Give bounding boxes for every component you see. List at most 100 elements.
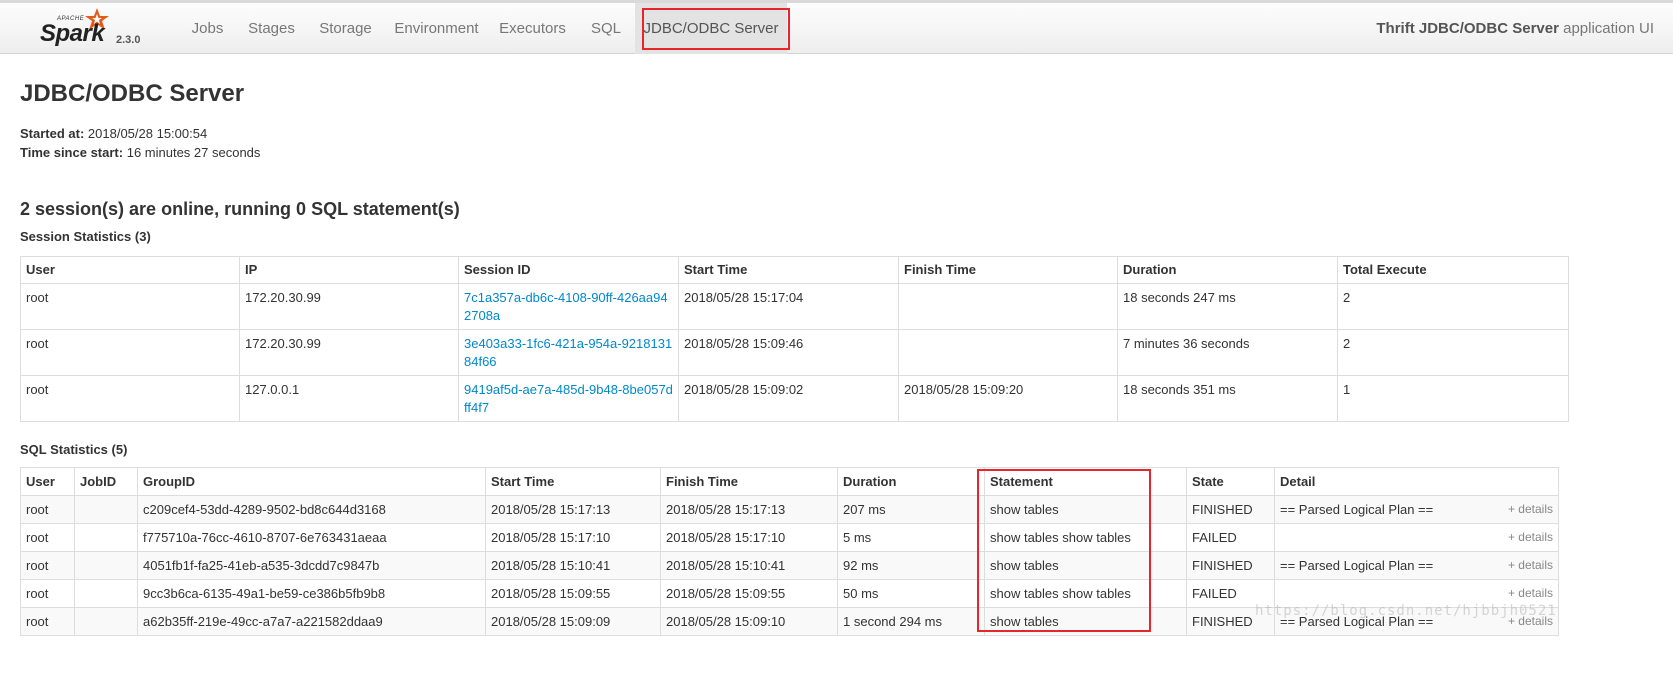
sql-stats-heading: SQL Statistics (5) xyxy=(20,442,128,457)
spark-version: 2.3.0 xyxy=(116,34,141,46)
column-header[interactable]: Session ID xyxy=(458,256,679,284)
cell-statement: show tables xyxy=(984,495,1187,524)
column-header[interactable]: IP xyxy=(239,256,459,284)
cell-start-time: 2018/05/28 15:09:46 xyxy=(678,329,899,376)
cell-start-time: 2018/05/28 15:09:02 xyxy=(678,375,899,422)
cell-job-id xyxy=(74,579,138,608)
time-since-start: Time since start: 16 minutes 27 seconds xyxy=(20,145,260,160)
column-header[interactable]: Finish Time xyxy=(898,256,1118,284)
app-suffix: application UI xyxy=(1563,20,1654,37)
cell-group-id: f775710a-76cc-4610-8707-6e763431aeaa xyxy=(137,523,486,552)
nav-executors[interactable]: Executors xyxy=(495,3,570,54)
cell-finish-time: 2018/05/28 15:17:10 xyxy=(660,523,838,552)
nav-stages[interactable]: Stages xyxy=(243,3,300,54)
cell-job-id xyxy=(74,523,138,552)
cell-session-id: 7c1a357a-db6c-4108-90ff-426aa942708a xyxy=(458,283,679,330)
column-header[interactable]: Duration xyxy=(1117,256,1338,284)
cell-start-time: 2018/05/28 15:10:41 xyxy=(485,551,661,580)
cell-start-time: 2018/05/28 15:09:55 xyxy=(485,579,661,608)
cell-duration: 50 ms xyxy=(837,579,985,608)
cell-duration: 18 seconds 351 ms xyxy=(1117,375,1338,422)
time-since-start-label: Time since start: xyxy=(20,145,124,160)
column-header[interactable]: State xyxy=(1186,467,1275,496)
cell-session-id: 3e403a33-1fc6-421a-954a-921813184f66 xyxy=(458,329,679,376)
cell-user: root xyxy=(20,329,240,376)
cell-duration: 1 second 294 ms xyxy=(837,607,985,636)
page-title: JDBC/ODBC Server xyxy=(20,80,245,107)
detail-text: == Parsed Logical Plan == xyxy=(1280,558,1434,573)
session-id-link[interactable]: 9419af5d-ae7a-485d-9b48-8be057dff4f7 xyxy=(464,382,673,415)
cell-group-id: a62b35ff-219e-49cc-a7a7-a221582ddaa9 xyxy=(137,607,486,636)
table-row: root f775710a-76cc-4610-8707-6e763431aea… xyxy=(20,523,1559,552)
cell-ip: 127.0.0.1 xyxy=(239,375,459,422)
cell-finish-time xyxy=(898,283,1118,330)
cell-user: root xyxy=(20,551,75,580)
time-since-start-value: 16 minutes 27 seconds xyxy=(126,145,261,160)
column-header[interactable]: Total Execute xyxy=(1337,256,1569,284)
cell-duration: 18 seconds 247 ms xyxy=(1117,283,1338,330)
column-header[interactable]: Finish Time xyxy=(660,467,838,496)
cell-total-execute: 2 xyxy=(1337,329,1569,376)
cell-total-execute: 1 xyxy=(1337,375,1569,422)
cell-finish-time xyxy=(898,329,1118,376)
cell-finish-time: 2018/05/28 15:10:41 xyxy=(660,551,838,580)
cell-total-execute: 2 xyxy=(1337,283,1569,330)
sessions-summary: 2 session(s) are online, running 0 SQL s… xyxy=(20,199,460,219)
cell-ip: 172.20.30.99 xyxy=(239,283,459,330)
cell-duration: 5 ms xyxy=(837,523,985,552)
nav-jdbc-odbc-server[interactable]: JDBC/ODBC Server xyxy=(635,3,787,54)
started-at-value: 2018/05/28 15:00:54 xyxy=(87,126,208,141)
nav-storage[interactable]: Storage xyxy=(314,3,377,54)
cell-statement: show tables xyxy=(984,607,1187,636)
column-header[interactable]: Start Time xyxy=(678,256,899,284)
column-header[interactable]: Statement xyxy=(984,467,1187,496)
session-statistics-table: User IP Session ID Start Time Finish Tim… xyxy=(20,256,1569,422)
cell-group-id: 4051fb1f-fa25-41eb-a535-3dcdd7c9847b xyxy=(137,551,486,580)
cell-start-time: 2018/05/28 15:09:09 xyxy=(485,607,661,636)
nav-jobs[interactable]: Jobs xyxy=(186,3,229,54)
table-row: root 127.0.0.1 9419af5d-ae7a-485d-9b48-8… xyxy=(20,375,1569,422)
cell-detail: == Parsed Logical Plan == + details xyxy=(1274,551,1559,580)
detail-text: == Parsed Logical Plan == xyxy=(1280,502,1434,517)
cell-user: root xyxy=(20,495,75,524)
session-id-link[interactable]: 3e403a33-1fc6-421a-954a-921813184f66 xyxy=(464,336,672,369)
column-header[interactable]: JobID xyxy=(74,467,138,496)
spark-logo[interactable]: APACHE Spark 2.3.0 xyxy=(38,7,158,51)
table-header-row: User JobID GroupID Start Time Finish Tim… xyxy=(20,467,1559,496)
details-toggle[interactable]: + details xyxy=(1508,524,1553,551)
cell-start-time: 2018/05/28 15:17:10 xyxy=(485,523,661,552)
cell-group-id: c209cef4-53dd-4289-9502-bd8c644d3168 xyxy=(137,495,486,524)
table-row: root c209cef4-53dd-4289-9502-bd8c644d316… xyxy=(20,495,1559,524)
column-header[interactable]: GroupID xyxy=(137,467,486,496)
cell-detail: == Parsed Logical Plan == + details xyxy=(1274,495,1559,524)
cell-duration: 207 ms xyxy=(837,495,985,524)
session-stats-heading: Session Statistics (3) xyxy=(20,229,151,244)
cell-finish-time: 2018/05/28 15:17:13 xyxy=(660,495,838,524)
cell-finish-time: 2018/05/28 15:09:55 xyxy=(660,579,838,608)
cell-user: root xyxy=(20,523,75,552)
column-header[interactable]: Duration xyxy=(837,467,985,496)
column-header[interactable]: User xyxy=(20,467,75,496)
cell-duration: 7 minutes 36 seconds xyxy=(1117,329,1338,376)
started-at-label: Started at: xyxy=(20,126,85,141)
column-header[interactable]: Detail xyxy=(1274,467,1559,496)
column-header[interactable]: Start Time xyxy=(485,467,661,496)
nav-sql[interactable]: SQL xyxy=(585,3,627,54)
started-at: Started at: 2018/05/28 15:00:54 xyxy=(20,126,207,141)
cell-user: root xyxy=(20,579,75,608)
cell-group-id: 9cc3b6ca-6135-49a1-be59-ce386b5fb9b8 xyxy=(137,579,486,608)
session-id-link[interactable]: 7c1a357a-db6c-4108-90ff-426aa942708a xyxy=(464,290,668,323)
cell-statement: show tables show tables xyxy=(984,523,1187,552)
cell-job-id xyxy=(74,551,138,580)
details-toggle[interactable]: + details xyxy=(1508,496,1553,523)
cell-duration: 92 ms xyxy=(837,551,985,580)
details-toggle[interactable]: + details xyxy=(1508,552,1553,579)
nav-environment[interactable]: Environment xyxy=(391,3,482,54)
cell-finish-time: 2018/05/28 15:09:10 xyxy=(660,607,838,636)
brand-spark: Spark xyxy=(40,20,105,47)
table-row: root 172.20.30.99 3e403a33-1fc6-421a-954… xyxy=(20,329,1569,376)
column-header[interactable]: User xyxy=(20,256,240,284)
cell-statement: show tables show tables xyxy=(984,579,1187,608)
cell-finish-time: 2018/05/28 15:09:20 xyxy=(898,375,1118,422)
cell-user: root xyxy=(20,375,240,422)
